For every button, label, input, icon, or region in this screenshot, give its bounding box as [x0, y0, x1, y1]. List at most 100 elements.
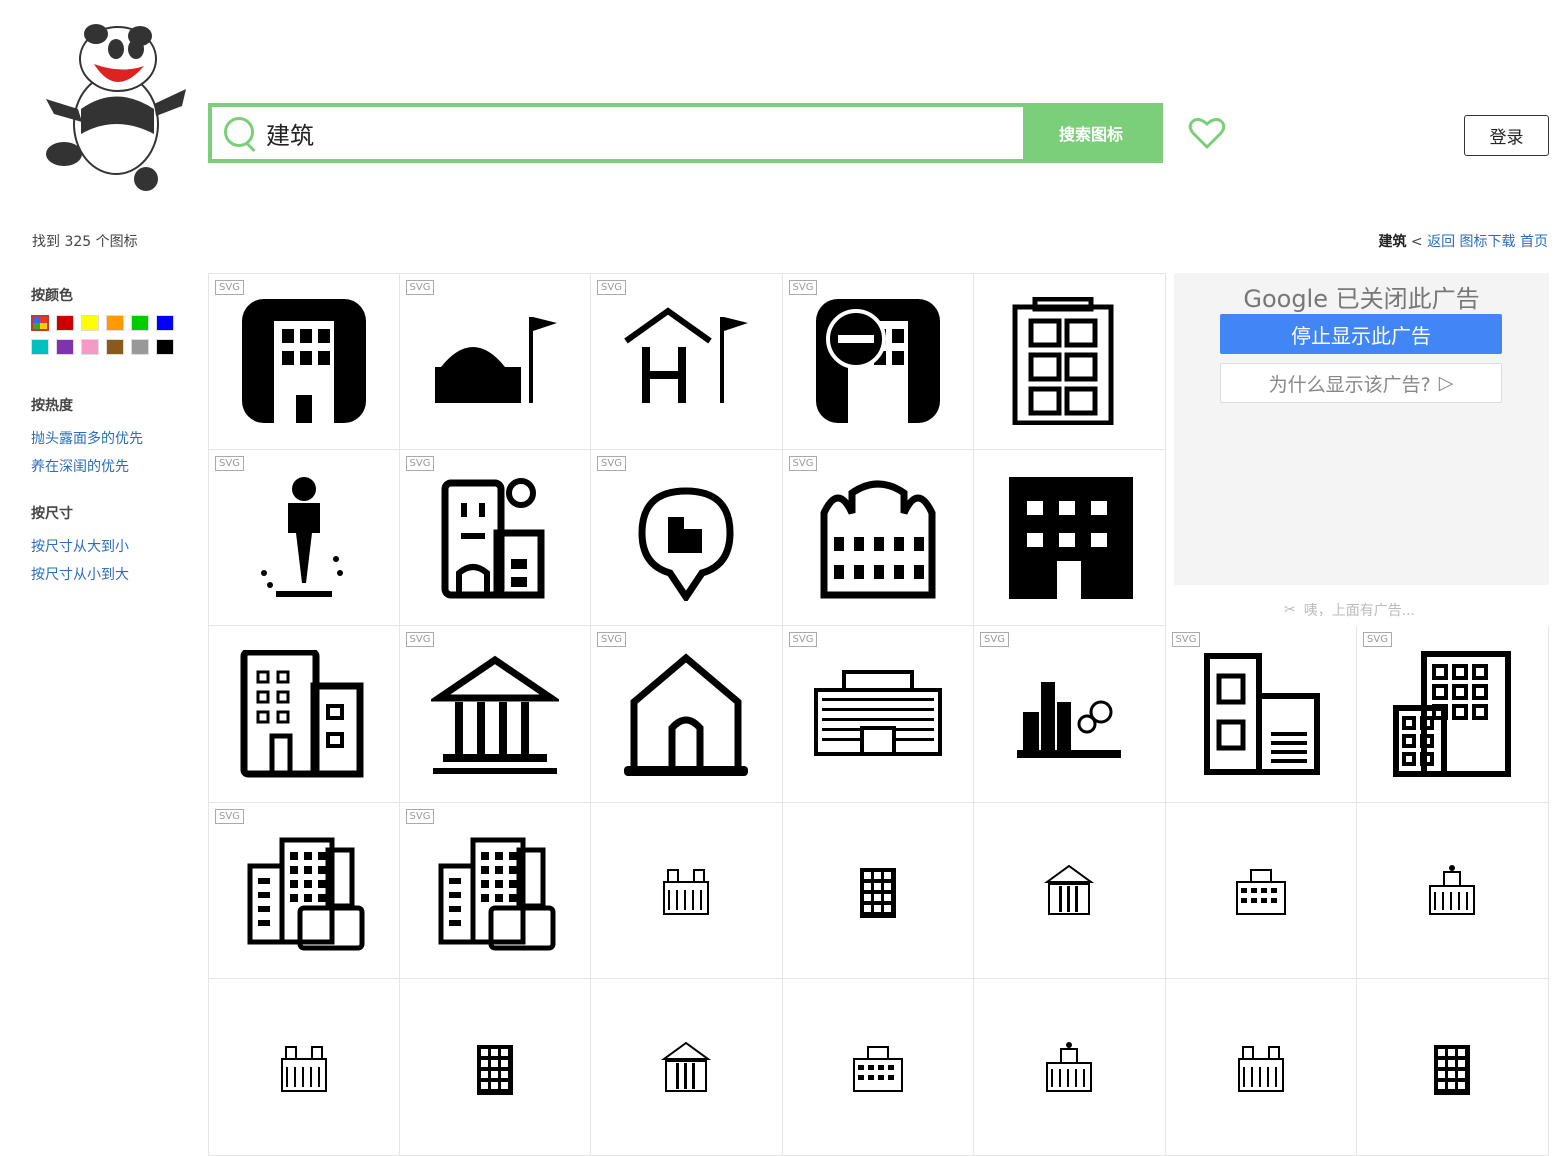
- heat-unpopular-link[interactable]: 养在深闺的优先: [31, 453, 201, 481]
- color-swatch[interactable]: [106, 315, 124, 331]
- office-building-rounded-icon: [241, 299, 366, 424]
- result-count: 找到 325 个图标: [32, 234, 138, 250]
- apartment-block-icon: [1009, 477, 1134, 600]
- svg-badge: SVG: [405, 280, 435, 295]
- icon-cell[interactable]: [974, 273, 1166, 450]
- icon-cell[interactable]: SVG: [208, 273, 400, 450]
- search-button[interactable]: 搜索图标: [1023, 107, 1159, 159]
- svg-badge: SVG: [1171, 632, 1201, 647]
- icon-cell[interactable]: SVG: [974, 626, 1166, 803]
- size-desc-link[interactable]: 按尺寸从大到小: [31, 533, 201, 561]
- svg-badge: SVG: [405, 808, 435, 824]
- small-tower-icon: [663, 869, 710, 916]
- small-dome-building-icon: [661, 1041, 712, 1092]
- size-asc-link[interactable]: 按尺寸从小到大: [31, 561, 201, 589]
- small-clock-building-icon: [280, 1045, 327, 1092]
- svg-badge: SVG: [980, 632, 1009, 647]
- ad-closed-text: 已关闭此广告: [1335, 285, 1480, 313]
- business-city-alt-icon: [438, 837, 556, 951]
- icon-cell[interactable]: SVG: [399, 626, 591, 803]
- svg-badge: SVG: [788, 455, 818, 471]
- icon-cell[interactable]: [1357, 802, 1549, 979]
- small-hall-icon: [1235, 869, 1286, 916]
- city-trees-icon: [1017, 681, 1122, 758]
- sidebar: 按颜色 按热度 抛头露面多的优先 养在深闺的优先 按尺寸 按尺寸从大到小 按尺寸…: [31, 285, 201, 611]
- color-swatch[interactable]: [131, 315, 149, 331]
- small-school-icon: [1044, 865, 1095, 916]
- small-flag-building-icon: [1434, 1044, 1471, 1095]
- svg-badge: SVG: [405, 632, 435, 647]
- icon-cell[interactable]: [1165, 979, 1357, 1156]
- color-swatches: [31, 315, 201, 355]
- office-complex-icon: [240, 649, 364, 778]
- search-input[interactable]: [262, 107, 1023, 159]
- icon-cell[interactable]: [1165, 802, 1357, 979]
- color-swatch[interactable]: [106, 339, 124, 355]
- svg-badge: SVG: [215, 455, 244, 471]
- svg-badge: SVG: [788, 632, 818, 647]
- icon-cell[interactable]: [782, 802, 974, 979]
- icon-cell[interactable]: [782, 979, 974, 1156]
- color-swatch[interactable]: [81, 339, 99, 355]
- business-city-icon: [247, 837, 365, 951]
- icon-cell[interactable]: [591, 802, 783, 979]
- play-icon: ▷: [1438, 372, 1454, 394]
- color-swatch[interactable]: [56, 315, 74, 331]
- ad-brand: Google: [1243, 285, 1328, 313]
- icon-cell[interactable]: [974, 979, 1166, 1156]
- icon-cell[interactable]: [399, 979, 591, 1156]
- construction-worker-icon: [260, 477, 343, 598]
- icon-cell[interactable]: SVG: [1165, 626, 1357, 803]
- icon-cell[interactable]: SVG: [208, 802, 400, 979]
- color-swatch[interactable]: [81, 315, 99, 331]
- breadcrumb-back-link[interactable]: 返回: [1427, 234, 1455, 250]
- color-swatch[interactable]: [31, 339, 49, 355]
- icon-cell[interactable]: SVG: [399, 802, 591, 979]
- icon-cell[interactable]: [974, 802, 1166, 979]
- color-swatch[interactable]: [131, 339, 149, 355]
- ad-why-button[interactable]: 为什么显示该广告? ▷: [1220, 363, 1502, 403]
- icon-cell[interactable]: [974, 449, 1166, 626]
- login-button[interactable]: 登录: [1464, 115, 1549, 156]
- icon-cell[interactable]: SVG: [208, 449, 400, 626]
- icon-cell[interactable]: SVG: [591, 273, 783, 450]
- color-swatch[interactable]: [56, 339, 74, 355]
- color-swatch[interactable]: [156, 315, 174, 331]
- icon-cell[interactable]: SVG: [591, 626, 783, 803]
- icon-cell[interactable]: SVG: [1357, 626, 1549, 803]
- building-satellite-icon: [441, 478, 545, 599]
- color-swatch[interactable]: [31, 315, 49, 331]
- ad-note-text: 咦，上面有广告...: [1303, 603, 1416, 619]
- icon-cell[interactable]: SVG: [782, 273, 974, 450]
- breadcrumb-home-link[interactable]: 首页: [1520, 234, 1548, 250]
- heart-icon[interactable]: [1188, 116, 1226, 150]
- icon-cell[interactable]: SVG: [782, 449, 974, 626]
- ad-stop-button[interactable]: 停止显示此广告: [1220, 314, 1502, 354]
- icon-cell[interactable]: SVG: [399, 449, 591, 626]
- svg-badge: SVG: [597, 632, 626, 647]
- small-skyscraper-icon: [476, 1044, 513, 1095]
- svg-badge: SVG: [597, 455, 626, 471]
- icon-cell[interactable]: SVG: [591, 449, 783, 626]
- small-columns-building-icon: [852, 1045, 903, 1092]
- icon-cell[interactable]: SVG: [782, 626, 974, 803]
- hotel-flag-icon: [624, 307, 749, 404]
- small-museum-icon: [859, 868, 896, 919]
- icon-cell[interactable]: [208, 626, 400, 803]
- icon-cell[interactable]: [1357, 979, 1549, 1156]
- svg-badge: SVG: [788, 280, 818, 295]
- house-arch-icon: [624, 653, 749, 776]
- icon-cell[interactable]: [591, 979, 783, 1156]
- breadcrumb-download-link[interactable]: 图标下载: [1460, 234, 1516, 250]
- breadcrumb-current: 建筑: [1378, 234, 1407, 250]
- location-building-icon: [638, 487, 734, 602]
- panda-logo: [46, 24, 186, 191]
- svg-badge: SVG: [215, 808, 244, 824]
- breadcrumb: 建筑 < 返回 图标下载 首页: [1378, 231, 1548, 251]
- color-swatch[interactable]: [156, 339, 174, 355]
- icon-cell[interactable]: SVG: [399, 273, 591, 450]
- heat-popular-link[interactable]: 抛头露面多的优先: [31, 425, 201, 453]
- dome-flag-icon: [434, 317, 557, 404]
- icon-cell[interactable]: [208, 979, 400, 1156]
- ad-panel: Google 已关闭此广告 停止显示此广告 为什么显示该广告? ▷: [1174, 273, 1549, 585]
